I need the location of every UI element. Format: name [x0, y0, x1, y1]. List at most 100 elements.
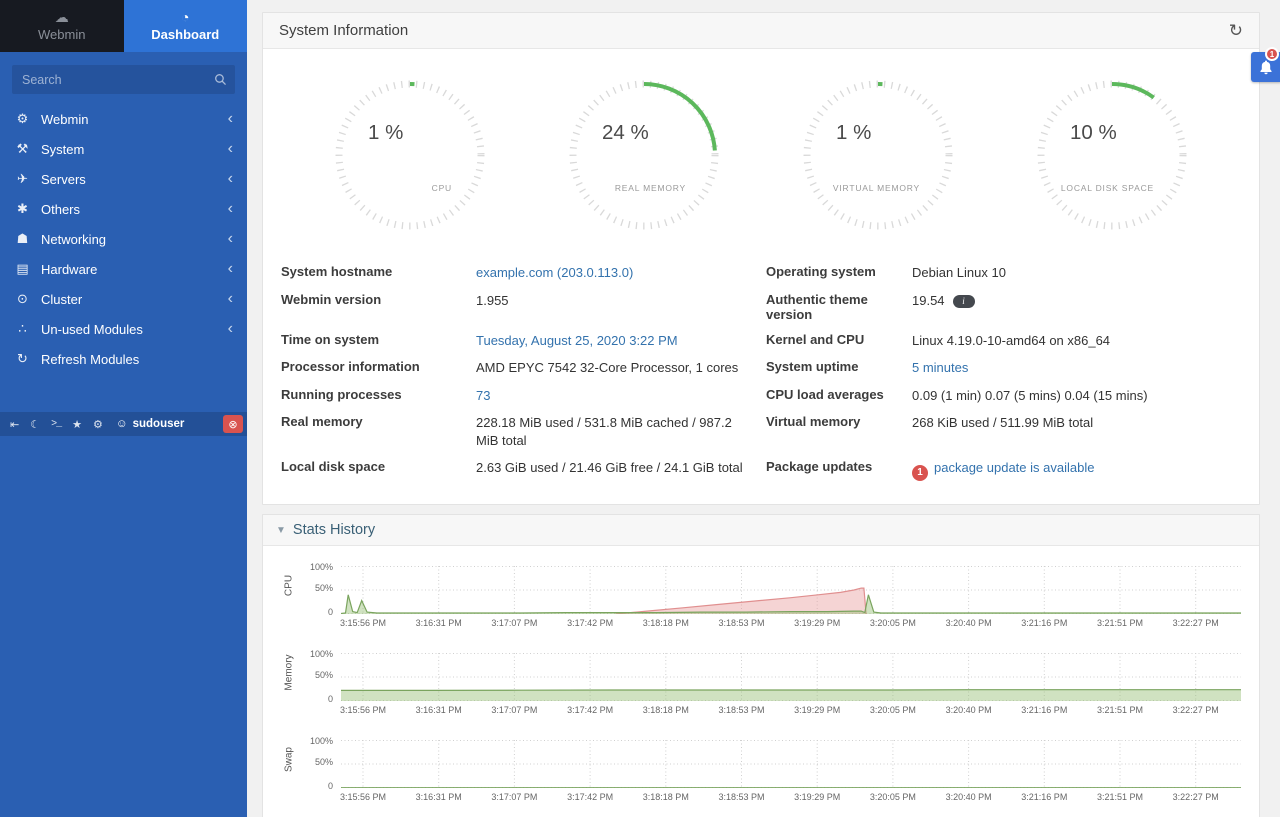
- terminal-icon[interactable]: >_: [51, 419, 61, 430]
- tab-dashboard[interactable]: ◔ Dashboard: [124, 0, 248, 52]
- system-information-panel: System Information ↻ 1 %CPU24 %REAL MEMO…: [262, 12, 1260, 505]
- x-tick-label: 3:15:56 PM: [325, 705, 401, 715]
- running-processes-link[interactable]: 73: [476, 388, 490, 403]
- sidebar-item-system[interactable]: ⚒System‹: [0, 134, 247, 164]
- notifications-button[interactable]: 1: [1251, 52, 1280, 82]
- y-tick-label: 100%: [289, 649, 333, 659]
- sidebar-item-label: Un-used Modules: [41, 322, 218, 337]
- x-tick-label: 3:18:53 PM: [704, 705, 780, 715]
- system-hostname-link[interactable]: example.com (203.0.113.0): [476, 265, 633, 280]
- gauge-label: CPU: [432, 183, 452, 193]
- night-mode-icon[interactable]: ☾: [30, 418, 40, 431]
- x-tick-label: 3:21:51 PM: [1082, 705, 1158, 715]
- cpu-load-averages-text: 0.09 (1 min) 0.07 (5 mins) 0.04 (15 mins…: [912, 388, 1148, 403]
- sidebar-item-label: Servers: [41, 172, 218, 187]
- x-tick-label: 3:16:31 PM: [401, 792, 477, 802]
- main-content: System Information ↻ 1 %CPU24 %REAL MEMO…: [247, 0, 1280, 817]
- x-tick-label: 3:18:18 PM: [628, 618, 704, 628]
- x-tick-label: 3:15:56 PM: [325, 792, 401, 802]
- search-input[interactable]: [12, 65, 235, 94]
- settings-icon[interactable]: ⚙: [93, 418, 103, 431]
- system-uptime-link[interactable]: 5 minutes: [912, 360, 968, 375]
- sidebar-item-label: Cluster: [41, 292, 218, 307]
- sidebar-item-un-used-modules[interactable]: ∴Un-used Modules‹: [0, 314, 247, 344]
- sidebar-item-refresh-modules[interactable]: ↻Refresh Modules: [0, 344, 247, 374]
- chevron-icon: ‹: [228, 203, 233, 215]
- gauge-real-memory: 24 %REAL MEMORY: [564, 77, 724, 237]
- sidebar-item-networking[interactable]: ☗Networking‹: [0, 224, 247, 254]
- local-disk-space-text: 2.63 GiB used / 21.46 GiB free / 24.1 Gi…: [476, 460, 743, 475]
- x-tick-label: 3:17:42 PM: [552, 618, 628, 628]
- operating-system-value: Debian Linux 10: [912, 264, 1241, 282]
- chevron-icon: ‹: [228, 173, 233, 185]
- sidebar-item-cluster[interactable]: ⊙Cluster‹: [0, 284, 247, 314]
- x-tick-label: 3:21:16 PM: [1006, 705, 1082, 715]
- x-tick-label: 3:17:07 PM: [476, 705, 552, 715]
- y-tick-label: 100%: [289, 562, 333, 572]
- webmin-version-value: 1.955: [476, 292, 766, 310]
- cpu-load-averages-value: 0.09 (1 min) 0.07 (5 mins) 0.04 (15 mins…: [912, 387, 1241, 405]
- collapse-triangle-icon: ▼: [276, 525, 286, 536]
- series-memory-usage: [341, 690, 1241, 701]
- processor-information-label: Processor information: [281, 359, 476, 374]
- stats-history-header[interactable]: ▼ Stats History: [263, 515, 1259, 546]
- x-tick-label: 3:22:27 PM: [1158, 618, 1234, 628]
- x-tick-label: 3:20:40 PM: [931, 792, 1007, 802]
- x-tick-label: 3:19:29 PM: [779, 618, 855, 628]
- table-row: Time on systemTuesday, August 25, 2020 3…: [281, 327, 1241, 355]
- sidebar-item-servers[interactable]: ✈Servers‹: [0, 164, 247, 194]
- system-information-header: System Information ↻: [263, 13, 1259, 49]
- table-row: Local disk space2.63 GiB used / 21.46 Gi…: [281, 454, 1241, 486]
- refresh-icon[interactable]: ↻: [1229, 23, 1243, 39]
- username-label: sudouser: [133, 418, 185, 430]
- wrench-icon: ⚒: [14, 141, 31, 157]
- webmin-app: ☁ Webmin ◔ Dashboard ⚙Webmin‹⚒System‹✈Se…: [0, 0, 1280, 817]
- logout-button[interactable]: ⊗: [223, 415, 243, 433]
- time-on-system-link[interactable]: Tuesday, August 25, 2020 3:22 PM: [476, 333, 678, 348]
- tab-dashboard-label: Dashboard: [151, 27, 219, 42]
- cloud-icon: ☁: [55, 10, 69, 24]
- authentic-theme-version-label: Authentic theme version: [766, 292, 912, 322]
- local-disk-space-value: 2.63 GiB used / 21.46 GiB free / 24.1 Gi…: [476, 459, 766, 477]
- webmin-version-label: Webmin version: [281, 292, 476, 307]
- x-tick-label: 3:16:31 PM: [401, 705, 477, 715]
- authentic-theme-version-value: 19.54i: [912, 292, 1241, 310]
- sidebar-item-hardware[interactable]: ▤Hardware‹: [0, 254, 247, 284]
- sidebar: ☁ Webmin ◔ Dashboard ⚙Webmin‹⚒System‹✈Se…: [0, 0, 247, 817]
- gauge-arc: [644, 84, 715, 151]
- x-tick-label: 3:18:18 PM: [628, 792, 704, 802]
- x-tick-label: 3:20:40 PM: [931, 618, 1007, 628]
- package-updates-link[interactable]: package update is available: [934, 460, 1094, 475]
- chart-cpu: CPU100%50%03:15:56 PM3:16:31 PM3:17:07 P…: [279, 566, 1241, 630]
- sidebar-tabs: ☁ Webmin ◔ Dashboard: [0, 0, 247, 52]
- tab-webmin[interactable]: ☁ Webmin: [0, 0, 124, 52]
- collapse-icon[interactable]: ⇤: [10, 418, 19, 431]
- kernel-and-cpu-text: Linux 4.19.0-10-amd64 on x86_64: [912, 333, 1110, 348]
- table-row: System hostnameexample.com (203.0.113.0)…: [281, 259, 1241, 287]
- tab-webmin-label: Webmin: [38, 27, 85, 42]
- gauge-value: 24 %: [602, 121, 649, 144]
- sidebar-item-label: System: [41, 142, 218, 157]
- favorites-icon[interactable]: ★: [72, 418, 82, 431]
- x-tick-label: 3:22:27 PM: [1158, 792, 1234, 802]
- sidebar-menu: ⚙Webmin‹⚒System‹✈Servers‹✱Others‹☗Networ…: [0, 104, 247, 374]
- package-updates-value: 1package update is available: [912, 459, 1241, 481]
- sidebar-footer: ⇤ ☾ >_ ★ ⚙ ☺sudouser ⊗: [0, 412, 247, 436]
- power-icon: ⊙: [14, 291, 31, 307]
- gear-icon: ⚙: [14, 111, 31, 127]
- gauge-local-disk-space: 10 %LOCAL DISK SPACE: [1032, 77, 1192, 237]
- info-icon[interactable]: i: [953, 295, 975, 308]
- bell-icon: [1258, 59, 1274, 75]
- user-menu[interactable]: ☺sudouser: [116, 418, 185, 430]
- sidebar-item-label: Webmin: [41, 112, 218, 127]
- notification-badge: 1: [1265, 47, 1279, 61]
- virtual-memory-value: 268 KiB used / 511.99 MiB total: [912, 414, 1241, 432]
- x-tick-label: 3:17:07 PM: [476, 618, 552, 628]
- sidebar-item-others[interactable]: ✱Others‹: [0, 194, 247, 224]
- sidebar-item-webmin[interactable]: ⚙Webmin‹: [0, 104, 247, 134]
- y-tick-label: 0: [289, 781, 333, 791]
- system-hostname-value: example.com (203.0.113.0): [476, 264, 766, 282]
- real-memory-label: Real memory: [281, 414, 476, 429]
- x-tick-label: 3:20:05 PM: [855, 792, 931, 802]
- virtual-memory-text: 268 KiB used / 511.99 MiB total: [912, 415, 1093, 430]
